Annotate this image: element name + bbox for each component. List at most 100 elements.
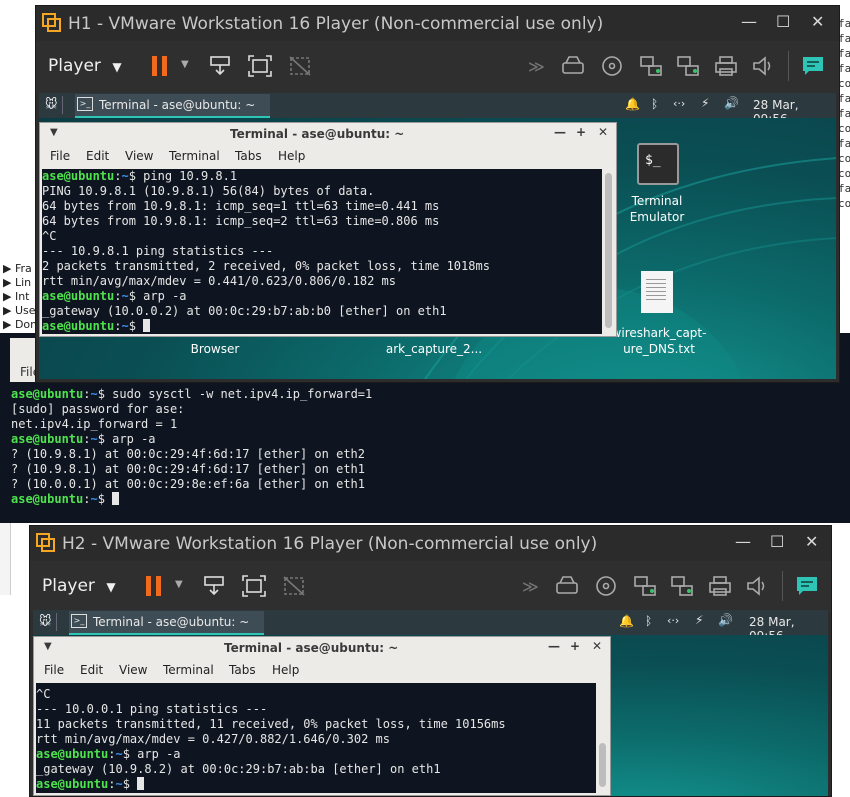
menu-view[interactable]: View xyxy=(119,663,147,677)
output-line: 64 bytes from 10.9.8.1: icmp_seq=2 ttl=6… xyxy=(42,214,440,228)
notifications-icon[interactable]: 🔔 xyxy=(619,614,634,628)
network-adapter-icon[interactable] xyxy=(639,55,663,77)
unity-icon[interactable] xyxy=(288,55,312,77)
cd-rom-icon[interactable] xyxy=(600,55,624,77)
h1-scrollbar[interactable] xyxy=(603,169,614,334)
h1-taskbar-terminal[interactable]: >_ Terminal - ase@ubuntu: ~ xyxy=(75,94,270,118)
menu-file[interactable]: File xyxy=(44,663,64,677)
vmware-window-h2[interactable]: H2 - VMware Workstation 16 Player (Non-c… xyxy=(29,525,832,797)
hard-disk-icon[interactable] xyxy=(561,55,585,77)
fullscreen-icon[interactable] xyxy=(242,575,266,597)
minimize-icon[interactable]: — xyxy=(554,125,566,139)
window-menu-icon[interactable]: ▼ xyxy=(44,641,52,652)
menu-help[interactable]: Help xyxy=(278,149,305,163)
minimize-icon[interactable]: — xyxy=(735,532,751,551)
message-log-icon[interactable] xyxy=(795,575,819,597)
volume-icon[interactable]: 🔊 xyxy=(718,613,733,627)
volume-icon[interactable]: 🔊 xyxy=(724,96,739,110)
maximize-icon[interactable]: ☐ xyxy=(770,532,784,551)
text-file-icon[interactable] xyxy=(641,271,673,313)
unity-icon[interactable] xyxy=(282,575,306,597)
h1-titlebar: H1 - VMware Workstation 16 Player (Non-c… xyxy=(36,6,839,41)
maximize-icon[interactable]: ☐ xyxy=(776,12,790,31)
bluetooth-icon[interactable]: ᛒ xyxy=(651,97,658,111)
cd-rom-icon[interactable] xyxy=(594,575,618,597)
scroll-thumb[interactable] xyxy=(605,173,612,328)
wireshark-dns-file-label[interactable]: wireshark_capt-ure_DNS.txt xyxy=(599,325,719,357)
menu-help[interactable]: Help xyxy=(272,663,299,677)
menu-file[interactable]: File xyxy=(50,149,70,163)
player-menu-button[interactable]: Player ▼ xyxy=(42,576,116,596)
label-line1: Terminal xyxy=(631,194,683,208)
menu-tabs[interactable]: Tabs xyxy=(235,149,262,163)
menu-view[interactable]: View xyxy=(125,149,153,163)
pause-dropdown-icon[interactable]: ▼ xyxy=(181,59,189,70)
printer-icon[interactable] xyxy=(708,575,732,597)
h1-title: H1 - VMware Workstation 16 Player (Non-c… xyxy=(68,14,604,34)
maximize-icon[interactable]: + xyxy=(570,639,580,653)
terminal-emulator-label[interactable]: Terminal Emulator xyxy=(611,193,703,225)
toolbar-divider xyxy=(788,51,789,81)
menu-terminal[interactable]: Terminal xyxy=(163,663,214,677)
h1-guest-screen[interactable]: 🐭 >_ Terminal - ase@ubuntu: ~ 🔔 ᛒ ‹·› ⚡ … xyxy=(39,93,836,379)
tree-item: ▶ Use xyxy=(3,304,36,317)
whisker-menu-icon[interactable]: 🐭 xyxy=(39,614,52,628)
menu-edit[interactable]: Edit xyxy=(80,663,103,677)
pause-icon[interactable] xyxy=(148,55,172,77)
menu-tabs[interactable]: Tabs xyxy=(229,663,256,677)
notifications-icon[interactable]: 🔔 xyxy=(625,97,640,111)
h2-guest-screen[interactable]: 🐭 >_ Terminal - ase@ubuntu: ~ 🔔 ᛒ ‹·› ⚡ … xyxy=(33,610,828,796)
minimize-icon[interactable]: — xyxy=(548,639,560,653)
h1-terminal-body[interactable]: ase@ubuntu:~$ ping 10.9.8.1 PING 10.9.8.1… xyxy=(42,169,602,334)
send-ctrl-alt-del-icon[interactable] xyxy=(202,575,226,597)
network-adapter-2-icon[interactable] xyxy=(676,55,700,77)
scroll-thumb[interactable] xyxy=(599,743,606,787)
vmware-window-h1[interactable]: H1 - VMware Workstation 16 Player (Non-c… xyxy=(35,5,840,383)
terminal-emulator-icon[interactable]: $_ xyxy=(637,143,679,185)
sound-card-icon[interactable] xyxy=(745,575,769,597)
h2-taskbar-terminal[interactable]: >_ Terminal - ase@ubuntu: ~ xyxy=(69,611,264,635)
pause-icon[interactable] xyxy=(142,575,166,597)
close-icon[interactable]: ✕ xyxy=(811,12,824,31)
menu-terminal[interactable]: Terminal xyxy=(169,149,220,163)
maximize-icon[interactable]: + xyxy=(576,125,586,139)
output-line: ? (10.0.0.1) at 00:0c:29:8e:ef:6a [ether… xyxy=(11,477,366,491)
send-ctrl-alt-del-icon[interactable] xyxy=(208,55,232,77)
forward-arrows-icon[interactable]: ≫ xyxy=(522,577,539,596)
bluetooth-icon[interactable]: ᛒ xyxy=(645,614,652,628)
player-menu-button[interactable]: Player ▼ xyxy=(48,56,122,76)
network-icon[interactable]: ‹·› xyxy=(667,614,679,627)
h1-terminal-window[interactable]: ▼ Terminal - ase@ubuntu: ~ — + ✕ File Edi… xyxy=(39,122,617,337)
network-adapter-icon[interactable] xyxy=(633,575,657,597)
h2-scrollbar[interactable] xyxy=(597,683,608,793)
network-icon[interactable]: ‹·› xyxy=(673,97,685,110)
firefox-label[interactable]: Browser xyxy=(169,341,261,357)
close-icon[interactable]: ✕ xyxy=(598,125,608,139)
background-header-fragment xyxy=(0,0,33,12)
message-log-icon[interactable] xyxy=(801,55,825,77)
hard-disk-icon[interactable] xyxy=(555,575,579,597)
prompt-path: ~ xyxy=(121,319,129,333)
printer-icon[interactable] xyxy=(714,55,738,77)
power-icon[interactable]: ⚡ xyxy=(701,96,709,110)
sound-card-icon[interactable] xyxy=(751,55,775,77)
pause-dropdown-icon[interactable]: ▼ xyxy=(175,579,183,590)
minimize-icon[interactable]: — xyxy=(741,12,757,31)
power-icon[interactable]: ⚡ xyxy=(695,613,703,627)
whisker-menu-icon[interactable]: 🐭 xyxy=(45,97,58,111)
forward-arrows-icon[interactable]: ≫ xyxy=(528,57,545,76)
prompt-path: ~ xyxy=(90,387,98,401)
close-icon[interactable]: ✕ xyxy=(592,639,602,653)
prompt-symbol: $ xyxy=(128,289,144,303)
h2-terminal-window[interactable]: ▼ Terminal - ase@ubuntu: ~ — + ✕ File Edi… xyxy=(33,636,611,796)
fullscreen-icon[interactable] xyxy=(248,55,272,77)
prompt-user: ase@ubuntu xyxy=(42,289,115,303)
menu-edit[interactable]: Edit xyxy=(86,149,109,163)
ping-capture-label[interactable]: ark_capture_2... xyxy=(369,341,499,357)
network-adapter-2-icon[interactable] xyxy=(670,575,694,597)
prompt-line: ase@ubuntu:~$ xyxy=(42,319,490,334)
close-icon[interactable]: ✕ xyxy=(805,532,818,551)
h2-terminal-body[interactable]: ^C --- 10.0.0.1 ping statistics --- 11 pac… xyxy=(36,683,596,793)
prompt-line: ase@ubuntu:~$ xyxy=(36,777,506,792)
window-menu-icon[interactable]: ▼ xyxy=(50,127,58,138)
